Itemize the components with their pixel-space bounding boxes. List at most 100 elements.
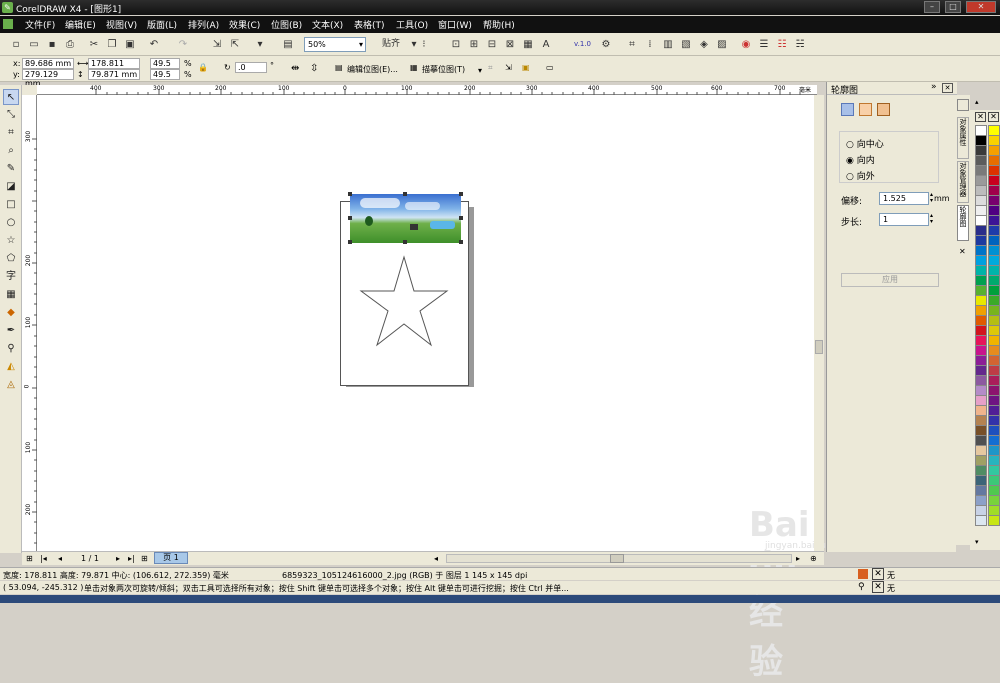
trace-bitmap-button[interactable]: 描摹位图(T) — [422, 64, 465, 75]
open-icon[interactable]: ▭ — [26, 37, 42, 52]
menu-layout[interactable]: 版面(L) — [147, 18, 177, 31]
edit-bitmap-button[interactable]: 编辑位图(E)... — [347, 64, 398, 75]
save-icon[interactable]: ▪ — [44, 37, 60, 52]
palette-swatch[interactable] — [975, 515, 987, 526]
h-scroll-left-icon[interactable]: ◂ — [434, 552, 438, 565]
rotation-field[interactable]: .0 — [235, 62, 267, 73]
align-icon[interactable]: ⊡ — [448, 37, 464, 52]
pick-tool-icon[interactable]: ↖ — [3, 89, 19, 105]
macro-icon[interactable]: ⚙ — [598, 37, 614, 52]
first-page-icon[interactable]: |◂ — [40, 552, 47, 565]
steps-input[interactable]: 1 — [879, 213, 929, 226]
eyedropper-icon[interactable]: ✒ — [3, 323, 19, 339]
smart-fill-icon[interactable]: ◪ — [3, 179, 19, 195]
menu-edit[interactable]: 编辑(E) — [65, 18, 96, 31]
welcome-icon[interactable]: ▤ — [280, 37, 296, 52]
shape-tool-icon[interactable]: ⤡ — [3, 107, 19, 123]
zoom-level-combo[interactable]: 50% ▾ — [304, 37, 366, 52]
no-color-icon-2[interactable]: ✕ — [988, 112, 999, 122]
resample-icon[interactable]: ⇲ — [505, 63, 512, 72]
page-add-icon[interactable]: ⊞ — [26, 552, 33, 565]
palette-icon[interactable]: ☷ — [774, 37, 790, 52]
grid-icon[interactable]: ☵ — [792, 37, 808, 52]
radio-outside[interactable]: ○ 向外 — [846, 169, 875, 182]
text-tool-icon-2[interactable]: 字 — [3, 269, 19, 285]
basic-shapes-icon[interactable]: ⬠ — [3, 251, 19, 267]
break-apart-icon[interactable]: ▦ — [520, 37, 536, 52]
polygon-tool-icon[interactable]: ☆ — [3, 233, 19, 249]
effect-icon[interactable]: ◈ — [696, 37, 712, 52]
list-icon[interactable]: ☰ — [756, 37, 772, 52]
height-field[interactable]: 79.871 mm — [88, 69, 140, 80]
group-icon[interactable]: ⊞ — [466, 37, 482, 52]
bitmap-mask-icon[interactable]: ▣ — [522, 63, 530, 72]
contour-to-center-icon[interactable] — [841, 103, 854, 116]
mirror-h-icon[interactable]: ⇹ — [291, 63, 299, 74]
import-icon[interactable]: ⇲ — [209, 37, 225, 52]
radio-inside[interactable]: ◉ 向内 — [846, 153, 875, 166]
no-color-icon[interactable]: ✕ — [975, 112, 986, 122]
y-position-field[interactable]: 279.129 mm — [22, 69, 74, 88]
lock-ratio-icon[interactable]: 🔒 — [198, 63, 208, 72]
x-position-field[interactable]: 89.686 mm — [22, 58, 74, 69]
docker-close-icon[interactable]: ✕ — [942, 83, 953, 93]
crop-tool-icon[interactable]: ⌗ — [3, 125, 19, 141]
offset-input[interactable]: 1.525 — [879, 192, 929, 205]
palette-scroll-down-icon[interactable]: ▾ — [975, 538, 979, 546]
vertical-ruler[interactable]: 300 200 100 0 100 200 — [22, 95, 37, 551]
minimize-button[interactable]: – — [924, 1, 940, 13]
offset-spinner-icon[interactable]: ▴ ▾ — [930, 192, 933, 204]
page-add-icon-2[interactable]: ⊞ — [141, 552, 148, 565]
menu-effects[interactable]: 效果(C) — [229, 18, 260, 31]
tab-object-manager[interactable]: 对象管理器 — [957, 161, 969, 203]
next-page-icon[interactable]: ▸ — [116, 552, 120, 565]
interactive-tool-icon[interactable]: ◆ — [3, 305, 19, 321]
prev-page-icon[interactable]: ◂ — [58, 552, 62, 565]
crop-bitmap-icon[interactable]: ⌗ — [488, 63, 493, 73]
scale-width-field[interactable]: 49.5 — [150, 58, 180, 69]
menu-window[interactable]: 窗口(W) — [438, 18, 472, 31]
rectangle-tool-icon[interactable]: □ — [3, 197, 19, 213]
menu-file[interactable]: 文件(F) — [25, 18, 55, 31]
export-icon[interactable]: ⇱ — [227, 37, 243, 52]
scale-height-field[interactable]: 49.5 — [150, 69, 180, 80]
version-icon[interactable]: v.1.0 — [574, 37, 591, 52]
ungroup-icon[interactable]: ⊟ — [484, 37, 500, 52]
snap-to-menu[interactable]: 贴齐 — [376, 37, 406, 52]
menu-help[interactable]: 帮助(H) — [483, 18, 515, 31]
dots-icon[interactable]: ⁞ — [642, 37, 658, 52]
mirror-v-icon[interactable]: ⇳ — [310, 63, 318, 74]
close-button[interactable]: ✕ — [966, 1, 996, 13]
width-field[interactable]: 178.811 mm — [88, 58, 140, 77]
menu-text[interactable]: 文本(X) — [312, 18, 343, 31]
radio-to-center[interactable]: ○ 向中心 — [846, 137, 884, 150]
apply-button[interactable]: 应用 — [841, 273, 939, 287]
chart-icon[interactable]: ▥ — [660, 37, 676, 52]
bitmap-image[interactable] — [350, 194, 461, 243]
page-tab[interactable]: 页 1 — [154, 552, 188, 564]
ellipse-tool-icon[interactable]: ○ — [3, 215, 19, 231]
docker-float-icon[interactable] — [957, 99, 969, 111]
text-tool-icon[interactable]: A — [538, 37, 554, 52]
tab-close-icon[interactable]: ✕ — [959, 247, 966, 256]
navigator-icon[interactable]: ⊕ — [810, 552, 817, 565]
print-icon[interactable]: ⎙ — [62, 37, 78, 52]
app-launcher-icon[interactable]: ▾ — [252, 37, 268, 52]
contour-inside-icon[interactable] — [859, 103, 872, 116]
menu-bitmaps[interactable]: 位图(B) — [271, 18, 302, 31]
horizontal-ruler[interactable]: 400 300 200 100 0 100 200 300 400 500 60… — [37, 85, 817, 95]
zoom-tool-icon[interactable]: ⌕ — [3, 143, 19, 159]
image-icon[interactable]: ▨ — [714, 37, 730, 52]
tab-object-properties[interactable]: 对象属性 — [957, 117, 969, 159]
copy-icon[interactable]: ❐ — [104, 37, 120, 52]
vertical-scrollbar[interactable] — [814, 95, 824, 551]
color-mgmt-icon[interactable]: ◉ — [738, 37, 754, 52]
menu-tools[interactable]: 工具(O) — [396, 18, 428, 31]
options-icon[interactable]: ⁝ — [416, 37, 432, 52]
drawing-canvas[interactable]: Bai du 经验 jingyan.baidu.com — [37, 95, 848, 682]
menu-table[interactable]: 表格(T) — [354, 18, 385, 31]
menu-arrange[interactable]: 排列(A) — [188, 18, 219, 31]
fill-indicator-icon[interactable] — [858, 569, 868, 579]
last-page-icon[interactable]: ▸| — [128, 552, 135, 565]
v-scroll-thumb[interactable] — [815, 340, 823, 354]
